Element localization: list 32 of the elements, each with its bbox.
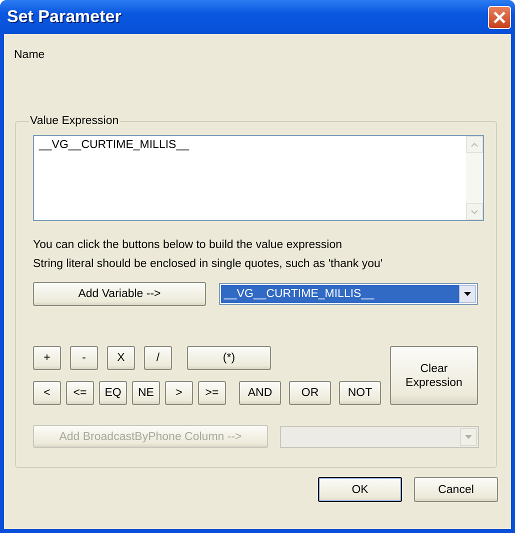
operator-button[interactable]: < — [33, 381, 61, 405]
operator-button[interactable]: / — [144, 346, 172, 370]
name-label: Name — [14, 49, 45, 61]
variable-dropdown[interactable]: __VG__CURTIME_MILLIS__ — [219, 283, 478, 305]
close-icon — [493, 10, 506, 24]
operator-button[interactable]: EQ — [99, 381, 127, 405]
close-button[interactable] — [488, 6, 511, 28]
scrollbar[interactable] — [466, 136, 483, 220]
operator-button[interactable]: AND — [239, 381, 281, 405]
window-title: Set Parameter — [7, 7, 122, 27]
expression-field[interactable]: __VG__CURTIME_MILLIS__ — [33, 135, 484, 221]
chevron-up-icon — [471, 142, 478, 146]
operator-button[interactable]: + — [33, 346, 61, 370]
operator-button[interactable]: > — [165, 381, 193, 405]
operator-button[interactable]: (*) — [187, 346, 271, 370]
operator-button[interactable]: X — [107, 346, 135, 370]
group-legend: Value Expression — [29, 115, 120, 127]
cancel-button[interactable]: Cancel — [414, 477, 498, 502]
ok-button[interactable]: OK — [318, 477, 402, 502]
operator-button[interactable]: - — [70, 346, 98, 370]
add-variable-button[interactable]: Add Variable --> — [33, 282, 206, 306]
operator-button[interactable]: NOT — [339, 381, 381, 405]
chevron-down-icon — [471, 210, 478, 214]
hint-text: String literal should be enclosed in single quotes, such as 'thank you' — [33, 258, 383, 270]
dropdown-arrow-icon — [465, 434, 472, 438]
operator-button[interactable]: OR — [289, 381, 331, 405]
operator-button[interactable]: >= — [198, 381, 226, 405]
operator-button[interactable]: <= — [66, 381, 94, 405]
operator-button[interactable]: NE — [132, 381, 160, 405]
dropdown-arrow-icon — [464, 292, 471, 296]
hint-text: You can click the buttons below to build the value expression — [33, 239, 342, 251]
clear-expression-button[interactable]: Clear Expression — [390, 346, 478, 405]
